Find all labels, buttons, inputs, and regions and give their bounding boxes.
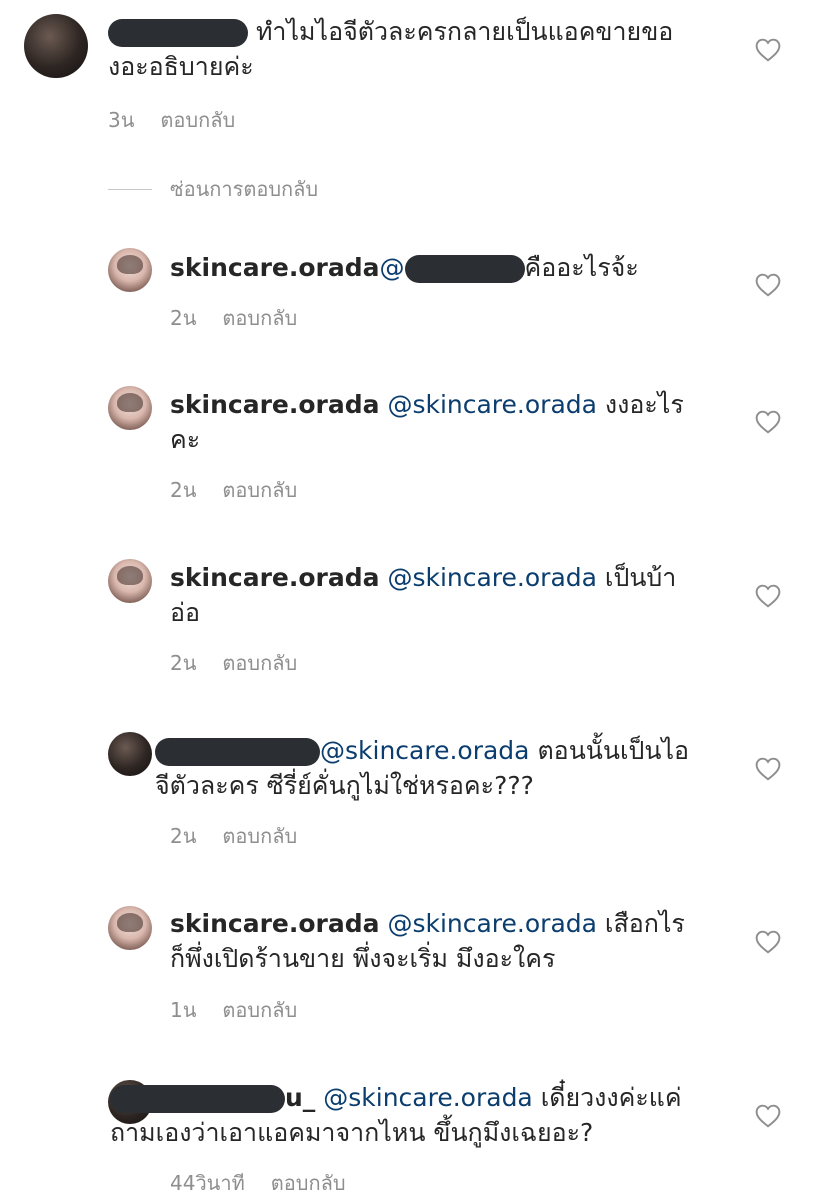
comment-mention[interactable]: @skincare.orada — [387, 563, 597, 592]
reply-button[interactable]: ตอบกลับ — [160, 108, 235, 132]
comment-text: skincare.orada @skincare.orada งงอะไร คะ — [170, 387, 710, 457]
comment-text: ทำไมไอจีตัวละครกลายเป็นแอคขายขอ งอะอธิบา… — [108, 14, 708, 84]
comment-meta: 44วินาที ตอบกลับ — [170, 1167, 346, 1199]
redacted-mention — [404, 255, 525, 283]
comment-mention[interactable]: @ — [380, 253, 405, 282]
comment-text: @skincare.orada ตอนนั้นเป็นไอ จีตัวละคร … — [155, 733, 715, 803]
redacted-username — [155, 738, 320, 766]
comment-username[interactable]: skincare.orada — [170, 390, 380, 419]
comment-text: skincare.orada @skincare.orada เสือกไร ก… — [170, 906, 730, 976]
redacted-username — [110, 1085, 285, 1113]
comment-time: 44วินาที — [170, 1171, 245, 1195]
comment-username[interactable]: u_ — [285, 1083, 315, 1112]
comment-username[interactable]: skincare.orada — [170, 909, 380, 938]
comment-text: skincare.orada @skincare.orada เป็นบ้า อ… — [170, 560, 710, 630]
reply-button[interactable]: ตอบกลับ — [222, 998, 297, 1022]
heart-outline-icon[interactable] — [755, 1104, 781, 1128]
comment-mention[interactable]: @skincare.orada — [387, 909, 597, 938]
avatar[interactable] — [108, 248, 152, 292]
avatar[interactable] — [24, 14, 88, 78]
comment-meta: 2น ตอบกลับ — [170, 820, 297, 852]
avatar[interactable] — [108, 906, 152, 950]
comment-meta: 2น ตอบกลับ — [170, 302, 297, 334]
heart-outline-icon[interactable] — [755, 930, 781, 954]
reply-button[interactable]: ตอบกลับ — [222, 306, 297, 330]
comment-text: skincare.orada@ คืออะไรจ้ะ — [170, 250, 710, 285]
hide-replies-label: ซ่อนการตอบกลับ — [170, 177, 319, 201]
heart-outline-icon[interactable] — [755, 38, 781, 62]
redacted-username — [108, 19, 248, 47]
heart-outline-icon[interactable] — [755, 757, 781, 781]
comment-time: 3น — [108, 108, 135, 132]
comment-meta: 2น ตอบกลับ — [170, 647, 297, 679]
comment-meta: 2น ตอบกลับ — [170, 474, 297, 506]
heart-outline-icon[interactable] — [755, 273, 781, 297]
heart-outline-icon[interactable] — [755, 584, 781, 608]
reply-button[interactable]: ตอบกลับ — [222, 478, 297, 502]
reply-button[interactable]: ตอบกลับ — [271, 1171, 346, 1195]
comment-mention[interactable]: @skincare.orada — [315, 1083, 533, 1112]
comment-meta: 1น ตอบกลับ — [170, 994, 297, 1026]
comment-time: 2น — [170, 651, 197, 675]
avatar[interactable] — [108, 559, 152, 603]
reply-button[interactable]: ตอบกลับ — [222, 824, 297, 848]
avatar[interactable] — [108, 732, 152, 776]
comment-meta: 3น ตอบกลับ — [108, 104, 235, 136]
avatar[interactable] — [108, 386, 152, 430]
comment-mention[interactable]: @skincare.orada — [387, 390, 597, 419]
comment-mention[interactable]: @skincare.orada — [320, 736, 530, 765]
comment-time: 2น — [170, 824, 197, 848]
comment-time: 2น — [170, 478, 197, 502]
reply-button[interactable]: ตอบกลับ — [222, 651, 297, 675]
comment-body: คืออะไรจ้ะ — [524, 253, 639, 282]
thread-line — [108, 188, 152, 190]
comment-text: u_ @skincare.orada เดี๋ยวงงค่ะแค่ ถามเอง… — [110, 1080, 710, 1150]
comment-time: 2น — [170, 306, 197, 330]
comment-username[interactable]: skincare.orada — [170, 563, 380, 592]
heart-outline-icon[interactable] — [755, 410, 781, 434]
comment-time: 1น — [170, 998, 197, 1022]
hide-replies-toggle[interactable]: ซ่อนการตอบกลับ — [108, 176, 318, 202]
comment-username[interactable]: skincare.orada — [170, 253, 380, 282]
